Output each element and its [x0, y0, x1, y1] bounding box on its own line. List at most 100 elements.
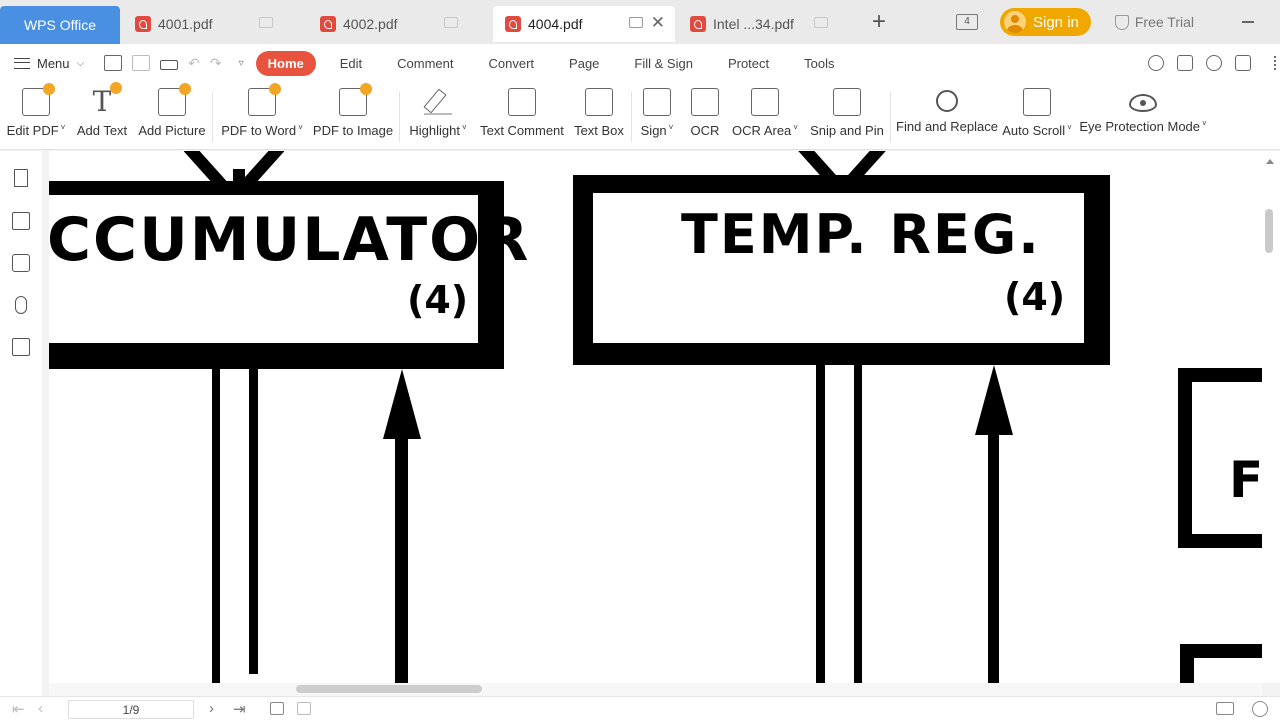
bus-line	[395, 431, 408, 683]
minimize-icon[interactable]	[1242, 21, 1254, 23]
doc-tab-4002[interactable]: 4002.pdf	[308, 6, 490, 42]
bus-line	[988, 426, 999, 683]
premium-crown-icon	[179, 83, 191, 95]
search-icon	[936, 90, 958, 112]
horizontal-scroll-thumb[interactable]	[296, 685, 482, 693]
text-box-button[interactable]: Text Box	[572, 82, 626, 150]
title-bar-right: 4 Sign in Free Trial	[956, 0, 1280, 44]
ocr-button[interactable]: OCR	[686, 82, 724, 150]
customize-dropdown-icon[interactable]: ▿	[239, 58, 244, 69]
highlight-button[interactable]: Highlight	[406, 82, 470, 150]
add-text-icon: T	[88, 82, 122, 116]
eye-protection-mode-button[interactable]: Eye Protection Mode	[1079, 82, 1206, 150]
text-box-icon	[585, 88, 613, 116]
hamburger-icon	[14, 57, 30, 69]
print-icon[interactable]	[160, 60, 179, 70]
wps-office-tab[interactable]: WPS Office	[0, 6, 120, 44]
bookmark-icon[interactable]	[14, 169, 28, 187]
status-bar: ⇤ ‹ 1/9 › ⇥	[0, 696, 1280, 720]
auto-scroll-button[interactable]: Auto Scroll	[1002, 82, 1072, 150]
play-icon[interactable]	[1252, 701, 1268, 717]
scroll-up-arrow-icon[interactable]	[1266, 159, 1274, 164]
vertical-scroll-thumb[interactable]	[1265, 209, 1273, 253]
first-page-icon[interactable]: ⇤	[12, 700, 25, 718]
signature-icon[interactable]	[12, 338, 30, 356]
comment-icon[interactable]	[12, 254, 30, 272]
doc-tab-intel[interactable]: Intel ...34.pdf	[678, 6, 860, 42]
tab-convert[interactable]: Convert	[478, 51, 546, 76]
last-page-icon[interactable]: ⇥	[233, 700, 246, 718]
add-text-button[interactable]: T Add Text	[74, 82, 130, 150]
pdf-to-word-icon	[248, 83, 281, 116]
bus-line	[854, 365, 862, 683]
new-tab-plus-icon[interactable]: +	[872, 0, 886, 44]
prev-page-icon[interactable]: ‹	[38, 700, 43, 717]
text-comment-icon	[508, 88, 536, 116]
left-sidebar	[0, 151, 42, 720]
document-canvas[interactable]: CCUMULATOR (4) TEMP. REG. (4) F	[49, 151, 1262, 683]
doc-tab-4001[interactable]: 4001.pdf	[123, 6, 305, 42]
thumbnail-image-icon[interactable]	[12, 212, 30, 230]
comment-bubble-icon[interactable]	[1235, 55, 1251, 71]
next-page-icon[interactable]: ›	[209, 700, 214, 717]
main-menu-button[interactable]: Menu ⌵	[14, 56, 84, 71]
menu-label: Menu	[37, 55, 70, 71]
home-ribbon: Edit PDF T Add Text Add Picture PDF to W…	[0, 82, 1280, 150]
page-number-input[interactable]: 1/9	[68, 700, 194, 719]
tab-protect[interactable]: Protect	[717, 51, 780, 76]
free-trial-button[interactable]: Free Trial	[1114, 14, 1194, 30]
pdf-to-image-button[interactable]: PDF to Image	[313, 82, 393, 150]
snip-and-pin-label: Snip and Pin	[810, 123, 884, 138]
add-picture-button[interactable]: Add Picture	[138, 82, 206, 150]
snip-and-pin-button[interactable]: Snip and Pin	[810, 82, 884, 150]
temp-reg-label: TEMP. REG.	[681, 203, 1041, 266]
tab-tools[interactable]: Tools	[793, 51, 845, 76]
tab-page[interactable]: Page	[558, 51, 610, 76]
ocr-area-button[interactable]: OCR Area	[732, 82, 798, 150]
back-view-icon[interactable]	[270, 702, 284, 715]
sign-in-button[interactable]: Sign in	[1000, 8, 1091, 36]
add-picture-icon	[158, 83, 191, 116]
pdf-to-word-button[interactable]: PDF to Word	[220, 82, 304, 150]
auto-scroll-label: Auto Scroll	[1002, 123, 1072, 138]
partial-block	[1180, 644, 1262, 683]
tab-edit[interactable]: Edit	[329, 51, 373, 76]
close-icon[interactable]: ✕	[651, 14, 665, 31]
doc-tab-label: 4002.pdf	[343, 16, 398, 32]
monitor-icon[interactable]	[259, 17, 273, 28]
doc-tab-label: Intel ...34.pdf	[713, 16, 794, 32]
sign-pen-icon	[643, 88, 671, 116]
tab-fill-sign[interactable]: Fill & Sign	[623, 51, 704, 76]
share-icon[interactable]	[1177, 55, 1193, 71]
redo-icon[interactable]: ↷	[210, 55, 222, 72]
sign-button[interactable]: Sign	[638, 82, 676, 150]
horizontal-scrollbar[interactable]	[49, 683, 1262, 696]
partial-block-label: F	[1229, 451, 1262, 509]
monitor-icon[interactable]	[814, 17, 828, 28]
text-comment-button[interactable]: Text Comment	[480, 82, 564, 150]
highlighter-icon	[424, 88, 452, 116]
reading-mode-icon[interactable]	[1216, 702, 1234, 715]
add-user-icon[interactable]	[1148, 55, 1164, 71]
monitor-icon[interactable]	[444, 17, 458, 28]
save-icon[interactable]	[132, 55, 151, 71]
avatar-icon	[1004, 11, 1026, 33]
monitor-icon[interactable]	[629, 17, 643, 28]
undo-icon[interactable]: ↶	[188, 55, 200, 72]
find-and-replace-button[interactable]: Find and Replace	[896, 82, 998, 150]
edit-pdf-button[interactable]: Edit PDF	[6, 82, 66, 150]
text-comment-label: Text Comment	[480, 123, 564, 138]
forward-view-icon[interactable]	[297, 702, 311, 715]
doc-tab-4004[interactable]: 4004.pdf ✕	[493, 6, 675, 42]
attachment-icon[interactable]	[15, 296, 27, 314]
open-folder-icon[interactable]	[104, 55, 123, 71]
text-box-label: Text Box	[574, 123, 624, 138]
more-options-icon[interactable]	[1274, 56, 1276, 70]
sign-in-label: Sign in	[1033, 13, 1079, 31]
window-count-icon[interactable]: 4	[956, 14, 978, 30]
tab-comment[interactable]: Comment	[386, 51, 464, 76]
settings-gear-icon[interactable]	[1206, 55, 1222, 71]
tab-home[interactable]: Home	[255, 50, 316, 76]
vertical-scrollbar[interactable]	[1262, 151, 1280, 683]
free-trial-label: Free Trial	[1134, 14, 1194, 30]
